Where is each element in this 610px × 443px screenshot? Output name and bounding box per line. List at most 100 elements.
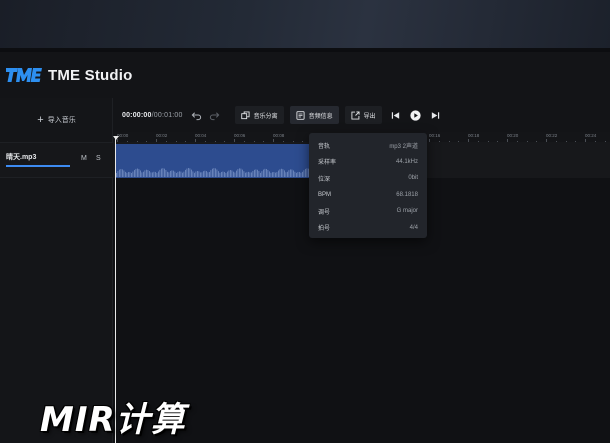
waveform-bar	[269, 171, 270, 177]
top-banner	[0, 0, 610, 50]
waveform-bar	[195, 171, 197, 177]
skip-forward-button[interactable]	[428, 107, 444, 123]
waveform-bar	[281, 168, 282, 177]
waveform-bar	[231, 170, 233, 177]
redo-icon	[210, 111, 220, 120]
waveform-bar	[237, 169, 239, 177]
info-row: 拍号 4/4	[318, 220, 418, 237]
track-header[interactable]: 晴天.mp3 M S	[0, 142, 113, 178]
ruler-label: 00:04	[195, 133, 207, 138]
track-mute-button[interactable]: M	[81, 155, 87, 162]
skip-back-icon	[392, 111, 400, 119]
info-row: BPM 68.1818	[318, 187, 418, 204]
info-key: 采样率	[318, 160, 337, 167]
waveform-bar	[225, 172, 227, 177]
waveform-bar	[218, 171, 219, 177]
waveform-bar	[138, 169, 140, 177]
export-label: 导出	[363, 113, 376, 120]
ruler-label: 00:06	[234, 133, 246, 138]
waveform-bar	[302, 171, 303, 177]
audio-clip[interactable]	[116, 144, 311, 178]
waveform-bar	[239, 168, 240, 177]
skip-back-button[interactable]	[388, 107, 404, 123]
waveform-bar	[137, 168, 138, 177]
import-music-label: 导入音乐	[47, 117, 76, 124]
waveform-bar	[135, 168, 137, 177]
waveform-bar	[305, 168, 306, 177]
waveform-bar	[294, 171, 296, 177]
time-display: 00:00:00/00:01:00	[122, 112, 183, 119]
waveform-bar	[224, 171, 225, 177]
waveform-bar	[186, 168, 188, 177]
waveform-bar	[156, 172, 158, 177]
export-button[interactable]: 导出	[344, 106, 382, 124]
waveform-bar	[306, 168, 308, 177]
waveform-bar	[257, 169, 258, 177]
waveform-bar	[185, 169, 186, 177]
waveform-bar	[266, 168, 267, 177]
track-solo-button[interactable]: S	[96, 155, 101, 162]
waveform-bar	[240, 168, 242, 177]
info-value: 44.1kHz	[395, 158, 418, 165]
skip-forward-icon	[432, 111, 440, 119]
waveform-bar	[168, 172, 170, 177]
waveform-bar	[267, 169, 269, 177]
waveform-bar	[177, 171, 179, 177]
audio-info-panel: 音轨 mp3 2声道 采样率 44.1kHz 位深 0bit BPM 68.1818 调号 G m…	[309, 133, 427, 238]
waveform-bar	[153, 171, 155, 177]
waveform-bar	[140, 170, 141, 177]
audio-info-button[interactable]: 音频信息	[289, 106, 339, 124]
ruler-label: 00:20	[507, 133, 519, 138]
waveform-bar	[251, 172, 252, 177]
waveform-bar	[258, 171, 260, 177]
waveform-bar	[128, 172, 129, 177]
ruler-label: 00:24	[585, 133, 597, 138]
info-key: 位深	[318, 176, 331, 183]
audio-info-label: 音频信息	[308, 113, 333, 120]
waveform-bar	[120, 169, 122, 177]
waveform-bar	[123, 170, 125, 177]
waveform-bar	[152, 172, 153, 177]
waveform-bar	[273, 172, 275, 177]
undo-button[interactable]	[189, 107, 205, 123]
import-music-button[interactable]: + 导入音乐	[0, 108, 113, 132]
waveform-bar	[261, 171, 263, 177]
waveform-bar	[155, 171, 156, 177]
waveform-bar	[204, 170, 206, 177]
waveform-bar	[192, 171, 194, 177]
waveform-bar	[174, 171, 176, 177]
export-icon	[351, 110, 360, 120]
track-volume-bar[interactable]	[6, 165, 70, 167]
redo-button[interactable]	[207, 107, 223, 123]
waveform-bar	[162, 168, 164, 177]
document-icon	[296, 110, 305, 120]
info-value: 68.1818	[396, 191, 418, 198]
ruler-label: 00:18	[468, 133, 480, 138]
toolbar: 00:00:00/00:01:00 音乐分离 音频信息 导出	[113, 98, 610, 132]
waveform-bar	[131, 172, 132, 177]
waveform-bar	[176, 172, 177, 177]
waveform-bar	[252, 171, 254, 177]
waveform-bar	[233, 171, 234, 177]
play-icon	[410, 109, 421, 121]
waveform-bar	[254, 169, 255, 177]
waveform-bar	[276, 172, 278, 177]
waveform-bar	[180, 171, 182, 177]
waveform-bar	[219, 172, 221, 177]
waveform-bar	[284, 170, 285, 177]
play-button[interactable]	[408, 107, 424, 123]
waveform-bar	[134, 170, 135, 177]
waveform-bar	[213, 168, 215, 177]
waveform-bar	[222, 171, 224, 177]
waveform-bar	[299, 171, 300, 177]
music-separation-label: 音乐分离	[253, 113, 278, 120]
playhead-handle[interactable]	[113, 136, 119, 140]
info-value: G major	[396, 208, 418, 215]
waveform-bar	[300, 172, 302, 177]
music-separation-button[interactable]: 音乐分离	[234, 106, 284, 124]
waveform-bar	[279, 169, 281, 177]
copy-icon	[240, 110, 250, 119]
waveform-bar	[119, 169, 120, 177]
waveform-bar	[264, 168, 266, 177]
waveform-bar	[212, 168, 213, 177]
